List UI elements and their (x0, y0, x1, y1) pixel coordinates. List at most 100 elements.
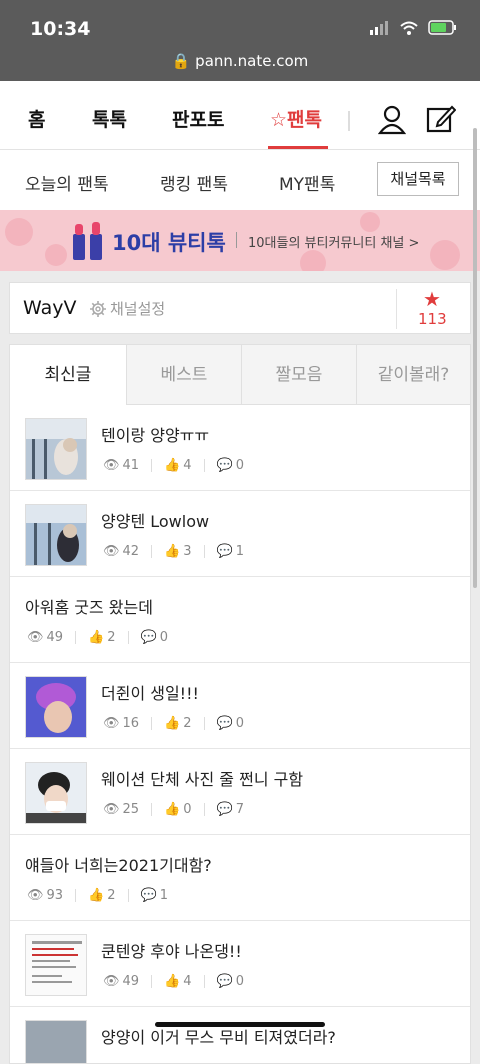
post-item[interactable]: 얘들아 너희는2021기대함? 👁 93 👍 2 💬 1 (10, 835, 470, 921)
banner-dot (5, 218, 33, 246)
url-bar[interactable]: 🔒 pann.nate.com (0, 52, 480, 70)
post-thumbnail (25, 762, 87, 824)
channel-name: WayV (23, 297, 77, 319)
post-item[interactable]: 텐이랑 양양ㅠㅠ 👁 41 👍 4 💬 0 (10, 405, 470, 491)
eye-icon: 👁 (103, 716, 120, 731)
comment-count: 0 (235, 974, 244, 989)
channel-setting-button[interactable]: 채널설정 (90, 298, 165, 319)
page-scrollbar[interactable] (473, 128, 477, 588)
like-count: 4 (183, 974, 192, 989)
view-count: 41 (122, 458, 140, 473)
like-count: 3 (183, 544, 192, 559)
like-count: 0 (183, 802, 192, 817)
write-icon[interactable] (426, 104, 456, 134)
comment-count: 0 (235, 716, 244, 731)
post-meta: 👁 25 👍 0 💬 7 (103, 802, 244, 817)
comment-count: 0 (235, 458, 244, 473)
tab-watch-together[interactable]: 같이볼래? (356, 345, 470, 405)
like-count: 2 (107, 888, 116, 903)
lipstick-icon (73, 222, 102, 260)
tab-clips[interactable]: 짤모음 (241, 345, 356, 405)
wifi-icon (400, 21, 418, 35)
beauty-banner[interactable]: 10대 뷰티톡 10대들의 뷰티커뮤니티 채널 > (0, 210, 480, 271)
comment-count: 7 (235, 802, 244, 817)
user-icon[interactable] (378, 105, 406, 135)
banner-title: 10대 뷰티톡 (112, 231, 226, 255)
comment-icon: 💬 (140, 888, 157, 903)
thumbs-up-icon: 👍 (164, 974, 181, 989)
post-item[interactable]: 양양텐 Lowlow 👁 42 👍 3 💬 1 (10, 491, 470, 577)
nav-separator (348, 111, 350, 131)
signal-icon (370, 20, 388, 35)
comment-icon: 💬 (216, 974, 233, 989)
comment-count: 1 (159, 888, 168, 903)
post-title: 쿤텐양 후야 나온댕!! (101, 942, 242, 961)
post-item[interactable]: 양양이 이거 무스 무비 티져였더라? (10, 1007, 470, 1063)
home-indicator[interactable] (155, 1022, 325, 1027)
subnav-ranking[interactable]: 랭킹 팬톡 (160, 170, 228, 195)
post-item[interactable]: 쿤텐양 후야 나온댕!! 👁 49 👍 4 💬 0 (10, 921, 470, 1007)
post-meta: 👁 41 👍 4 💬 0 (103, 458, 244, 473)
post-title: 아워홈 굿즈 왔는데 (25, 598, 153, 617)
star-count: 113 (418, 310, 447, 328)
channel-divider (396, 289, 397, 329)
banner-dot (300, 250, 326, 271)
post-title: 더쥔이 생일!!! (101, 684, 199, 703)
nav-panpoto[interactable]: 판포토 (172, 105, 224, 132)
browser-status-bar: 10:34 🔒 pann.nate.com (0, 0, 480, 81)
post-title: 양양이 이거 무스 무비 티져였더라? (101, 1028, 336, 1047)
eye-icon: 👁 (103, 458, 120, 473)
tab-best[interactable]: 베스트 (126, 345, 241, 405)
thumbs-up-icon: 👍 (88, 630, 105, 645)
post-list-card: 최신글 베스트 짤모음 같이볼래? 텐이랑 양양ㅠㅠ 👁 41 👍 4 💬 0 양양텐… (9, 344, 471, 1064)
channel-header: WayV 채널설정 ★ 113 (9, 282, 471, 334)
comment-icon: 💬 (140, 630, 157, 645)
post-title: 웨이션 단체 사진 줄 쩐니 구함 (101, 770, 304, 789)
nav-home[interactable]: 홈 (28, 105, 45, 132)
post-meta: 👁 49 👍 2 💬 0 (27, 630, 168, 645)
post-thumbnail (25, 418, 87, 480)
active-tab-underline (268, 146, 328, 149)
sub-nav: 오늘의 팬톡 랭킹 팬톡 MY팬톡 채널목록 (0, 150, 480, 210)
banner-subtitle: 10대들의 뷰티커뮤니티 채널 > (248, 236, 420, 251)
star-outline-icon: ☆ (270, 109, 288, 131)
post-meta: 👁 93 👍 2 💬 1 (27, 888, 168, 903)
banner-dot (45, 244, 67, 266)
comment-count: 1 (235, 544, 244, 559)
channel-setting-label: 채널설정 (110, 300, 166, 318)
post-thumbnail (25, 676, 87, 738)
like-count: 2 (107, 630, 116, 645)
view-count: 49 (122, 974, 140, 989)
thumbs-up-icon: 👍 (164, 716, 181, 731)
thumbs-up-icon: 👍 (88, 888, 105, 903)
comment-icon: 💬 (216, 544, 233, 559)
status-icons (370, 20, 458, 35)
channel-list-button[interactable]: 채널목록 (377, 162, 459, 196)
eye-icon: 👁 (103, 544, 120, 559)
post-item[interactable]: 웨이션 단체 사진 줄 쩐니 구함 👁 25 👍 0 💬 7 (10, 749, 470, 835)
post-meta: 👁 16 👍 2 💬 0 (103, 716, 244, 731)
status-time: 10:34 (30, 18, 91, 40)
post-meta: 👁 49 👍 4 💬 0 (103, 974, 244, 989)
subnav-my[interactable]: MY팬톡 (279, 170, 335, 195)
post-thumbnail (25, 934, 87, 996)
url-text: pann.nate.com (195, 52, 309, 70)
post-title: 텐이랑 양양ㅠㅠ (101, 426, 210, 445)
star-filled-icon[interactable]: ★ (423, 287, 441, 311)
view-count: 42 (122, 544, 140, 559)
banner-dot (430, 240, 460, 270)
nav-toktok[interactable]: 톡톡 (92, 105, 127, 132)
comment-icon: 💬 (216, 716, 233, 731)
nav-fantok[interactable]: ☆팬톡 (270, 105, 322, 132)
banner-divider (236, 232, 237, 248)
post-item[interactable]: 더쥔이 생일!!! 👁 16 👍 2 💬 0 (10, 663, 470, 749)
subnav-today[interactable]: 오늘의 팬톡 (25, 170, 109, 195)
post-title: 양양텐 Lowlow (101, 512, 210, 531)
battery-icon (428, 20, 456, 35)
lock-icon: 🔒 (171, 52, 191, 70)
comment-count: 0 (159, 630, 168, 645)
tab-latest[interactable]: 최신글 (10, 345, 126, 405)
post-item[interactable]: 아워홈 굿즈 왔는데 👁 49 👍 2 💬 0 (10, 577, 470, 663)
nav-fantok-label: 팬톡 (287, 109, 323, 131)
comment-icon: 💬 (216, 458, 233, 473)
